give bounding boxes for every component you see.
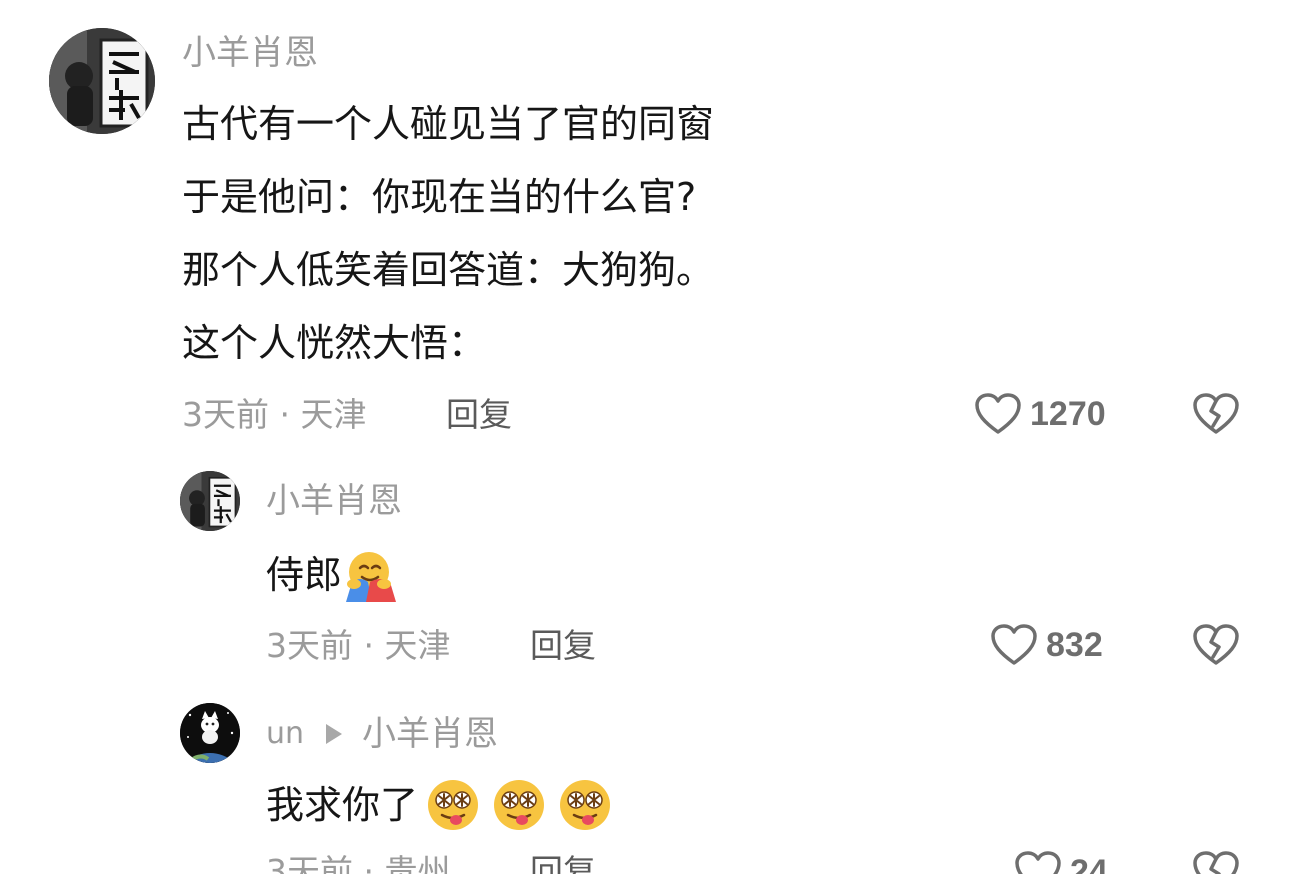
hugging-face-emoji-icon: [342, 548, 397, 602]
dizzy-face-emoji-icon: [556, 778, 614, 832]
heart-icon: [1015, 851, 1061, 874]
reply-button[interactable]: 回复: [530, 852, 596, 874]
comment-meta: 3天前 · 天津: [182, 395, 367, 434]
broken-heart-icon: [1193, 393, 1239, 434]
comment-text-line: 于是他问：你现在当的什么官?: [182, 175, 697, 219]
like-count: 1270: [1030, 395, 1106, 433]
reply-to-username[interactable]: 小羊肖恩: [362, 714, 498, 754]
comment-username[interactable]: 小羊肖恩: [182, 33, 318, 73]
comment-text-line: 那个人低笑着回答道：大狗狗。: [182, 248, 715, 292]
like-button[interactable]: 832: [990, 623, 1103, 667]
like-count: 832: [1046, 626, 1103, 664]
reply-button[interactable]: 回复: [530, 626, 596, 666]
comment-thread: 小羊肖恩 古代有一个人碰见当了官的同窗 于是他问：你现在当的什么官? 那个人低笑…: [0, 0, 1290, 874]
dizzy-face-emoji-icon: [424, 778, 482, 832]
heart-icon: [975, 393, 1021, 434]
comment-text-line: 侍郎: [266, 548, 397, 602]
dislike-button[interactable]: [1192, 623, 1240, 667]
white-cat-avatar-icon: [180, 703, 240, 763]
broken-heart-icon: [1193, 624, 1239, 665]
reply-button[interactable]: 回复: [446, 395, 512, 435]
comment-text-line: 我求你了: [266, 778, 614, 832]
avatar[interactable]: [180, 703, 240, 763]
comment-text: 我求你了: [266, 783, 419, 827]
fa-cai-avatar-icon: [180, 471, 240, 531]
comment-username[interactable]: un: [266, 714, 304, 754]
like-count: 24: [1070, 853, 1108, 874]
heart-icon: [991, 624, 1037, 665]
fa-cai-avatar-icon: [49, 28, 155, 134]
comment-meta: 3天前 · 贵州: [266, 852, 451, 874]
comment-text-line: 古代有一个人碰见当了官的同窗: [182, 102, 715, 146]
dislike-button[interactable]: [1192, 392, 1240, 436]
reply-header: un 小羊肖恩: [266, 714, 498, 754]
dizzy-face-emoji-icon: [490, 778, 548, 832]
like-button[interactable]: 24: [1014, 850, 1108, 874]
avatar[interactable]: [49, 28, 155, 134]
avatar[interactable]: [180, 471, 240, 531]
comment-username[interactable]: 小羊肖恩: [266, 481, 402, 521]
comment-text: 侍郎: [266, 553, 343, 597]
like-button[interactable]: 1270: [974, 392, 1106, 436]
play-arrow-icon: [326, 724, 343, 744]
dislike-button[interactable]: [1192, 850, 1240, 874]
comment-text-line: 这个人恍然大悟：: [182, 321, 487, 365]
broken-heart-icon: [1193, 851, 1239, 874]
comment-meta: 3天前 · 天津: [266, 626, 451, 665]
